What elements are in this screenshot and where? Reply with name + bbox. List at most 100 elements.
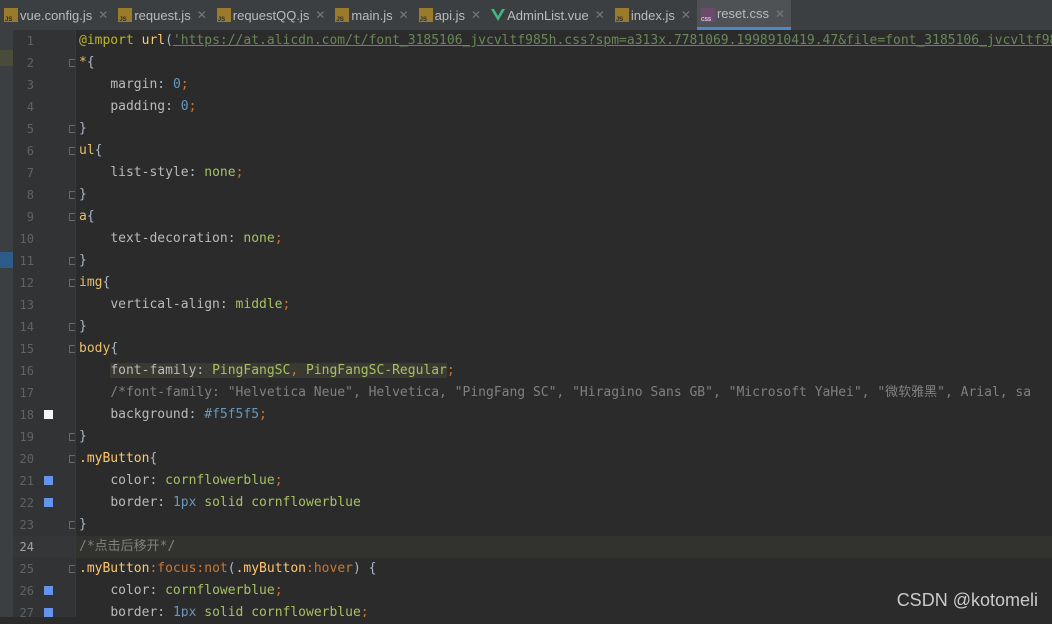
code-line[interactable]: border: 1px solid cornflowerblue; bbox=[75, 602, 368, 617]
code-token: vertical-align bbox=[110, 297, 220, 312]
color-swatch-icon[interactable] bbox=[44, 586, 53, 595]
code-token: background bbox=[110, 407, 189, 422]
tab-main-js[interactable]: main.js ✕ bbox=[331, 0, 414, 30]
code-line[interactable]: border: 1px solid cornflowerblue bbox=[75, 492, 360, 514]
code-token: : bbox=[157, 77, 173, 92]
code-line[interactable]: color: cornflowerblue; bbox=[75, 470, 283, 492]
code-token: cornflowerblue bbox=[165, 583, 275, 598]
code-line[interactable]: text-decoration: none; bbox=[75, 228, 282, 250]
code-line[interactable]: body{ bbox=[75, 338, 118, 360]
code-line[interactable]: .myButton:focus:not(.myButton:hover) { bbox=[75, 558, 376, 580]
tab-adminlist-vue[interactable]: AdminList.vue ✕ bbox=[487, 0, 611, 30]
code-line[interactable]: margin: 0; bbox=[75, 74, 188, 96]
code-line[interactable]: } bbox=[75, 514, 87, 536]
code-token: PingFangSC bbox=[212, 363, 291, 378]
code-token: : bbox=[149, 583, 166, 598]
line-number: 26 bbox=[19, 584, 34, 598]
tab-label: requestQQ.js bbox=[232, 7, 310, 23]
tab-request-js[interactable]: request.js ✕ bbox=[114, 0, 212, 30]
code-line[interactable]: a{ bbox=[75, 206, 95, 228]
code-token: text-decoration bbox=[110, 231, 228, 246]
code-line[interactable]: img{ bbox=[75, 272, 110, 294]
vue-file-icon bbox=[491, 8, 506, 22]
code-token: 1px bbox=[172, 495, 197, 510]
code-token: .myButton bbox=[235, 561, 307, 576]
line-number: 3 bbox=[26, 78, 34, 92]
code-line[interactable]: /*font-family: "Helvetica Neue", Helveti… bbox=[75, 382, 1031, 404]
code-token: 1px bbox=[172, 605, 197, 617]
code-line[interactable]: /*点击后移开*/ bbox=[75, 536, 175, 558]
color-swatch-icon[interactable] bbox=[44, 498, 53, 507]
code-editor[interactable]: @import url('https://at.alicdn.com/t/fon… bbox=[75, 30, 1052, 617]
close-icon[interactable]: ✕ bbox=[681, 8, 691, 22]
code-token: { bbox=[149, 451, 158, 466]
line-number: 1 bbox=[26, 34, 34, 48]
line-number: 17 bbox=[19, 386, 34, 400]
code-line[interactable]: @import url('https://at.alicdn.com/t/fon… bbox=[75, 30, 1052, 52]
code-token: ; bbox=[259, 407, 267, 422]
code-line[interactable]: list-style: none; bbox=[75, 162, 243, 184]
code-token: ; bbox=[274, 583, 283, 598]
line-number: 2 bbox=[26, 56, 34, 70]
code-line[interactable]: vertical-align: middle; bbox=[75, 294, 290, 316]
code-token: none bbox=[204, 165, 236, 180]
color-swatch-icon[interactable] bbox=[44, 410, 53, 419]
code-line[interactable]: } bbox=[75, 250, 87, 272]
code-token: { bbox=[86, 55, 95, 70]
line-number: 21 bbox=[19, 474, 34, 488]
tab-reset-css[interactable]: reset.css ✕ bbox=[696, 0, 792, 30]
code-token: ul bbox=[79, 143, 95, 158]
close-icon[interactable]: ✕ bbox=[399, 8, 409, 22]
code-token: : bbox=[227, 231, 244, 246]
close-icon[interactable]: ✕ bbox=[315, 8, 325, 22]
code-line[interactable]: color: cornflowerblue; bbox=[75, 580, 283, 602]
tab-index-js[interactable]: index.js ✕ bbox=[611, 0, 697, 30]
code-token: none bbox=[243, 231, 275, 246]
close-icon[interactable]: ✕ bbox=[98, 8, 108, 22]
code-token: color bbox=[110, 583, 150, 598]
code-line[interactable]: padding: 0; bbox=[75, 96, 196, 118]
color-swatch-icon[interactable] bbox=[44, 608, 53, 617]
code-token: ; bbox=[282, 297, 291, 312]
line-number-gutter[interactable]: 1 2 3 4 5 6 7 8 9 10 11 12 13 14 15 16 17 18 19 20 21 22 23 24 2… bbox=[13, 30, 77, 620]
line-number: 19 bbox=[19, 430, 34, 444]
code-token: cornflowerblue bbox=[165, 473, 275, 488]
line-number: 20 bbox=[19, 452, 34, 466]
line-number: 10 bbox=[19, 232, 34, 246]
close-icon[interactable]: ✕ bbox=[471, 8, 481, 22]
code-line[interactable]: font-family: PingFangSC, PingFangSC-Regu… bbox=[75, 360, 455, 382]
code-token: border bbox=[110, 605, 158, 617]
line-number: 7 bbox=[26, 166, 34, 180]
close-icon[interactable]: ✕ bbox=[595, 8, 605, 22]
code-token: { bbox=[86, 209, 95, 224]
code-token: : bbox=[149, 473, 166, 488]
line-number: 16 bbox=[19, 364, 34, 378]
line-number: 11 bbox=[19, 254, 34, 268]
code-line[interactable]: background: #f5f5f5; bbox=[75, 404, 267, 426]
code-line[interactable]: } bbox=[75, 184, 87, 206]
code-line[interactable]: } bbox=[75, 316, 87, 338]
tab-requestqq-js[interactable]: requestQQ.js ✕ bbox=[213, 0, 332, 30]
line-number: 18 bbox=[19, 408, 34, 422]
code-line[interactable]: ul{ bbox=[75, 140, 102, 162]
tab-vue-config-js[interactable]: vue.config.js ✕ bbox=[0, 0, 114, 30]
code-line[interactable]: } bbox=[75, 118, 87, 140]
close-icon[interactable]: ✕ bbox=[775, 7, 785, 21]
code-line[interactable]: *{ bbox=[75, 52, 95, 74]
code-token: :hover bbox=[306, 561, 353, 576]
tab-label: main.js bbox=[351, 7, 393, 23]
code-line[interactable]: } bbox=[75, 426, 87, 448]
code-token: } bbox=[79, 319, 87, 334]
code-token: 'https://at.alicdn.com/t/font_3185106_jv… bbox=[172, 33, 1052, 48]
tab-api-js[interactable]: api.js ✕ bbox=[415, 0, 487, 30]
code-token: ; bbox=[274, 473, 283, 488]
color-swatch-icon[interactable] bbox=[44, 476, 53, 485]
code-line[interactable]: .myButton{ bbox=[75, 448, 157, 470]
tab-label: request.js bbox=[134, 7, 191, 23]
close-icon[interactable]: ✕ bbox=[197, 8, 207, 22]
